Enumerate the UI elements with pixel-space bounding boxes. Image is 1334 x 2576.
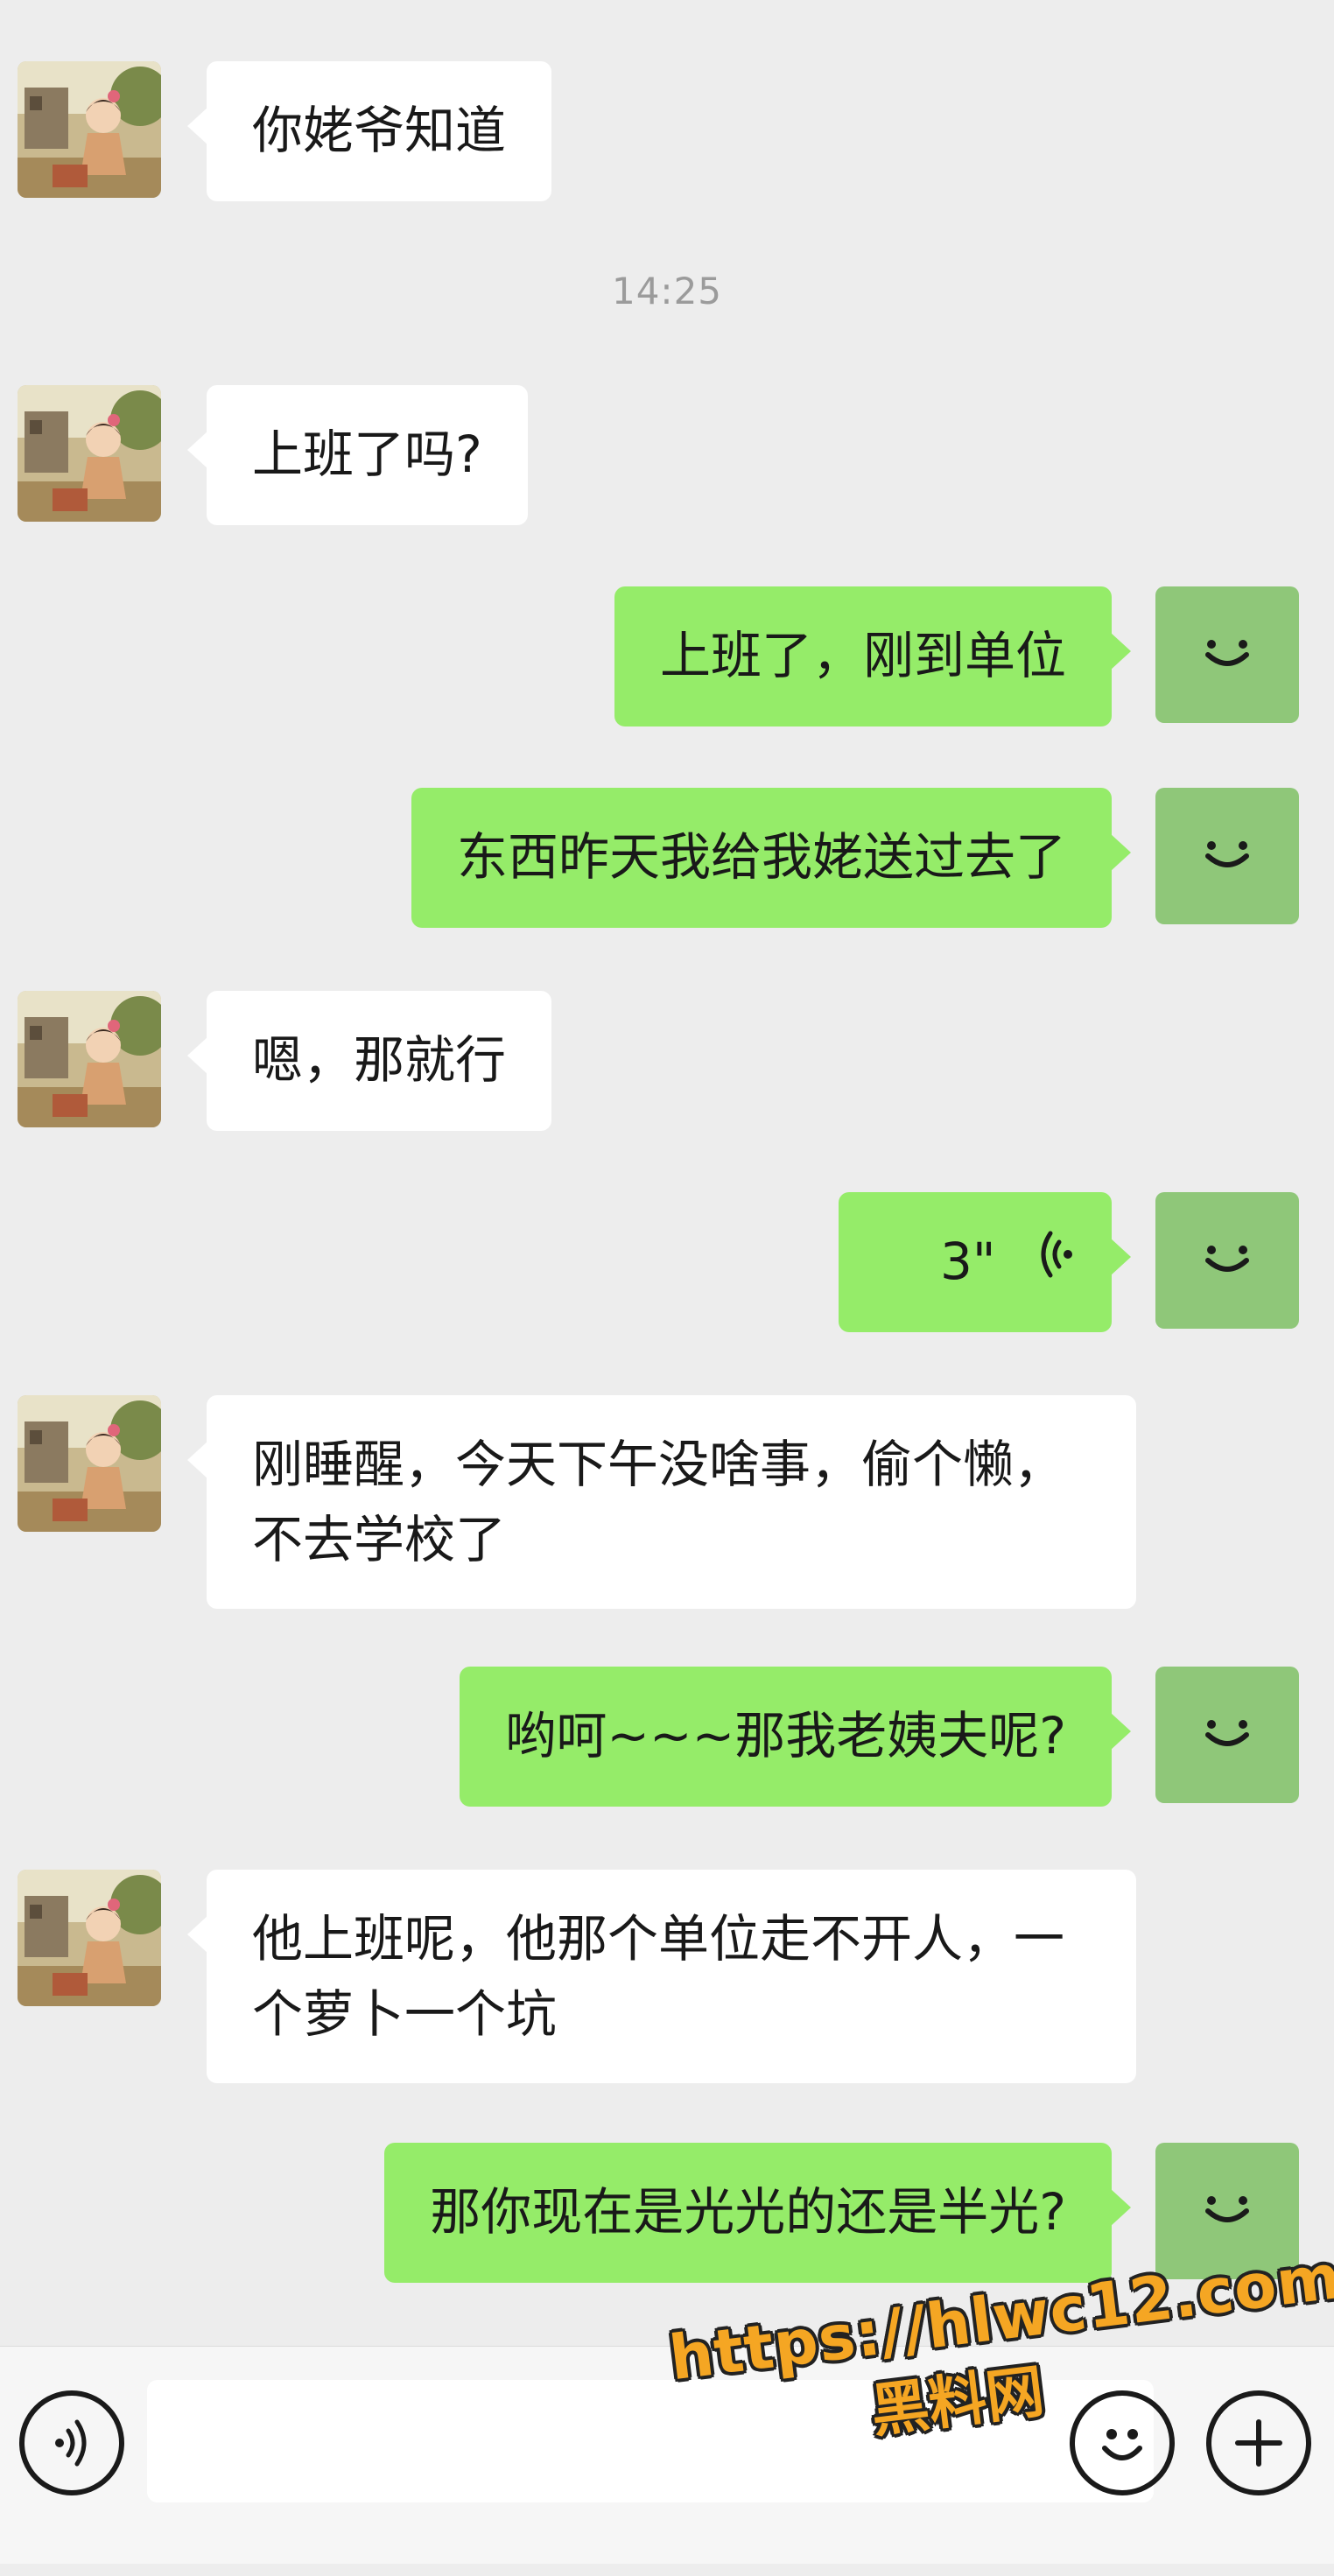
message-input[interactable] xyxy=(147,2380,1154,2502)
message-text: 上班了吗? xyxy=(252,425,482,484)
message-bubble[interactable]: 你姥爷知道 xyxy=(186,61,552,201)
message-text: 刚睡醒，今天下午没啥事，偷个懒，不去学校了 xyxy=(252,1435,1065,1569)
chat-input-bar xyxy=(0,2346,1334,2564)
smile-icon[interactable] xyxy=(1155,1667,1299,1803)
message-bubble[interactable]: 上班了吗? xyxy=(187,385,528,525)
message-text: 东西昨天我给我姥送过去了 xyxy=(456,827,1066,887)
cartoon-girl-avatar[interactable] xyxy=(18,1395,161,1532)
smile-icon[interactable] xyxy=(1155,1192,1299,1329)
cartoon-girl-avatar[interactable] xyxy=(18,991,161,1127)
voice-mode-icon[interactable] xyxy=(19,2390,124,2495)
cartoon-girl-avatar[interactable] xyxy=(18,1870,161,2006)
voice-wave-icon xyxy=(1038,1226,1077,1302)
message-bubble[interactable]: 他上班呢，他那个单位走不开人，一个萝卜一个坑 xyxy=(187,1870,1136,2083)
message-bubble[interactable]: 那你现在是光光的还是半光? xyxy=(384,2143,1131,2283)
voice-message-bubble[interactable]: 3" xyxy=(839,1192,1131,1332)
smile-icon[interactable] xyxy=(1155,586,1299,723)
message-bubble[interactable]: 刚睡醒，今天下午没啥事，偷个懒，不去学校了 xyxy=(187,1395,1136,1609)
message-bubble[interactable]: 嗯，那就行 xyxy=(186,991,552,1131)
message-text: 哟呵~~~那我老姨夫呢? xyxy=(505,1706,1066,1765)
emoji-icon[interactable] xyxy=(1070,2390,1175,2495)
message-bubble[interactable]: 东西昨天我给我姥送过去了 xyxy=(411,788,1132,928)
cartoon-girl-avatar[interactable] xyxy=(18,385,161,522)
message-text: 他上班呢，他那个单位走不开人，一个萝卜一个坑 xyxy=(252,1909,1065,2044)
message-text: 嗯，那就行 xyxy=(252,1030,507,1090)
smile-icon[interactable] xyxy=(1155,2143,1299,2279)
cartoon-girl-avatar[interactable] xyxy=(18,61,161,198)
smile-icon[interactable] xyxy=(1155,788,1299,924)
message-timestamp: 14:25 xyxy=(611,270,723,312)
plus-icon[interactable] xyxy=(1206,2390,1311,2495)
chat-area: 你姥爷知道 14:25 上班了吗? 上班了，刚到单位 东西昨天我给我姥送过去了 … xyxy=(0,0,1334,2346)
message-bubble[interactable]: 上班了，刚到单位 xyxy=(614,586,1132,726)
message-bubble[interactable]: 哟呵~~~那我老姨夫呢? xyxy=(460,1667,1131,1807)
voice-duration: 3" xyxy=(939,1232,996,1291)
message-text: 上班了，刚到单位 xyxy=(659,626,1066,685)
message-text: 那你现在是光光的还是半光? xyxy=(430,2182,1066,2242)
message-text: 你姥爷知道 xyxy=(252,101,507,160)
